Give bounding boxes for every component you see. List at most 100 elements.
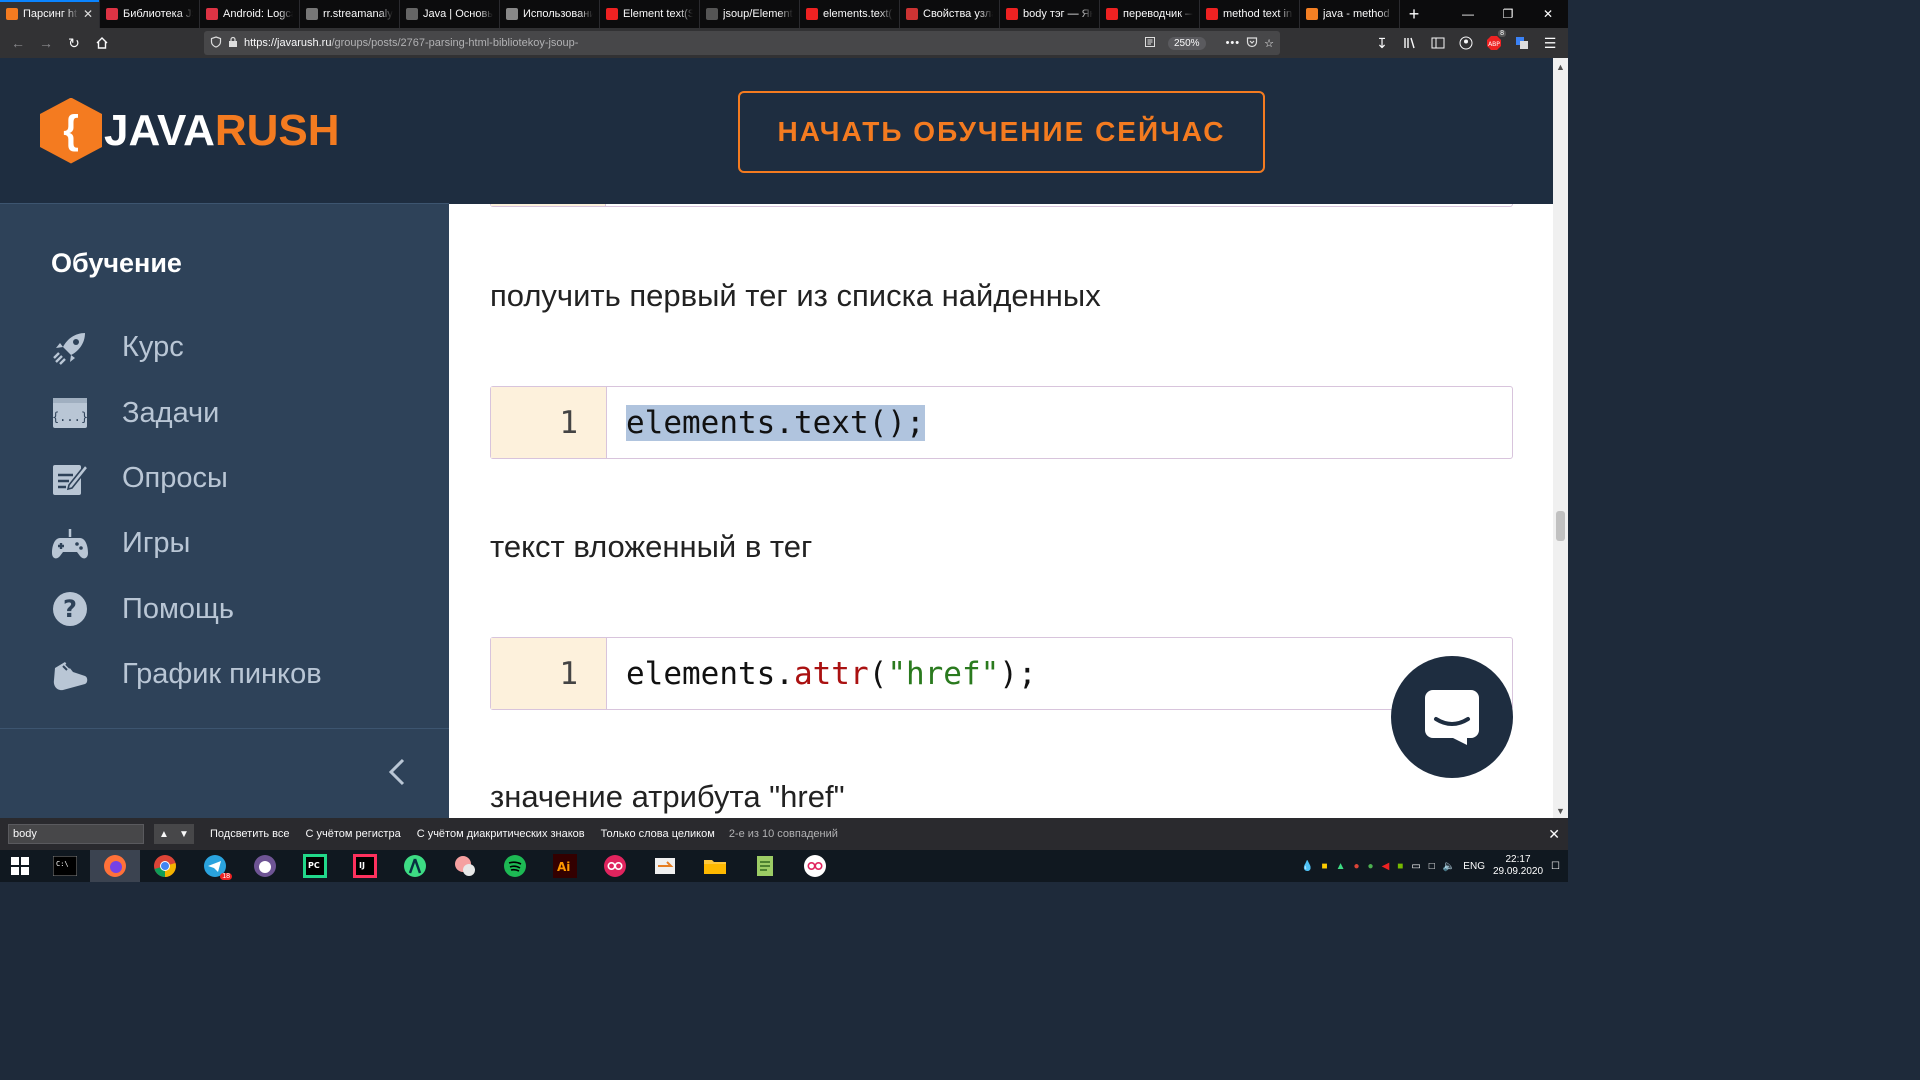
- home-icon[interactable]: [90, 31, 114, 55]
- tray-shield-icon[interactable]: ●: [1368, 861, 1374, 872]
- library-icon[interactable]: [1398, 31, 1422, 55]
- browser-tab[interactable]: java - method: [1300, 0, 1400, 28]
- back-icon[interactable]: ←: [6, 31, 30, 55]
- tray-android-icon[interactable]: ▲: [1336, 861, 1346, 872]
- tab-title: Парсинг html: [23, 8, 78, 20]
- file-explorer-icon[interactable]: [690, 850, 740, 882]
- minimize-icon[interactable]: —: [1448, 0, 1488, 28]
- find-previous-icon[interactable]: ▲: [154, 824, 174, 844]
- find-next-icon[interactable]: ▼: [174, 824, 194, 844]
- illustrator-app-icon[interactable]: Ai: [540, 850, 590, 882]
- clock[interactable]: 22:17 29.09.2020: [1493, 854, 1543, 878]
- sidebar-item-games[interactable]: Игры: [0, 511, 449, 576]
- javarush-logo-text[interactable]: JAVARUSH: [104, 106, 340, 156]
- match-case-option[interactable]: С учётом регистра: [306, 828, 401, 840]
- browser-tab[interactable]: body тэг — Яндекс: [1000, 0, 1100, 28]
- address-bar[interactable]: https://javarush.ru/groups/posts/2767-pa…: [204, 31, 1280, 55]
- browser-tab[interactable]: Element text(String): [600, 0, 700, 28]
- tray-notes-icon[interactable]: ■: [1322, 861, 1328, 872]
- downloads-icon[interactable]: ↧: [1370, 31, 1394, 55]
- browser-tab[interactable]: Библиотека JSoup: [100, 0, 200, 28]
- sidebar-toggle-icon[interactable]: [1426, 31, 1450, 55]
- article-paragraph: значение атрибута "href": [490, 779, 845, 814]
- javarush-logo-icon[interactable]: {: [40, 97, 102, 164]
- code-line[interactable]: elements. attr("href");: [607, 638, 1512, 709]
- sidebar-item-polls[interactable]: Опросы: [0, 446, 449, 511]
- tab-favicon-icon: [1006, 8, 1018, 20]
- forward-icon[interactable]: →: [34, 31, 58, 55]
- tray-battery-icon[interactable]: ▭: [1411, 861, 1420, 872]
- scroll-down-icon[interactable]: ▼: [1556, 806, 1565, 816]
- lock-icon[interactable]: [228, 36, 238, 51]
- more-actions-icon[interactable]: •••: [1226, 37, 1241, 49]
- highlight-all-option[interactable]: Подсветить все: [210, 828, 290, 840]
- windows-start-icon[interactable]: [0, 850, 40, 882]
- sidebar-item-help[interactable]: ? Помощь: [0, 577, 449, 642]
- notifications-icon[interactable]: ☐: [1551, 861, 1560, 872]
- close-window-icon[interactable]: ✕: [1528, 0, 1568, 28]
- sidebar-item-tasks[interactable]: {...} Задачи: [0, 380, 449, 445]
- firefox-app-icon[interactable]: [90, 850, 140, 882]
- menu-icon[interactable]: ☰: [1538, 31, 1562, 55]
- tray-nvidia-icon[interactable]: ■: [1397, 861, 1403, 872]
- browser-tab[interactable]: Android: Logcat: [200, 0, 300, 28]
- sidebar-item-kick-schedule[interactable]: График пинков: [0, 642, 449, 707]
- chat-support-button[interactable]: [1391, 656, 1513, 778]
- paint-app-icon[interactable]: [440, 850, 490, 882]
- page-scrollbar[interactable]: ▲ ▼: [1553, 58, 1568, 818]
- reload-icon[interactable]: ↻: [62, 31, 86, 55]
- reader-view-icon[interactable]: [1144, 36, 1156, 51]
- browser-tab[interactable]: Java | Основы: [400, 0, 500, 28]
- browser-tab[interactable]: Использование: [500, 0, 600, 28]
- selected-code-text[interactable]: elements.text();: [626, 404, 925, 441]
- transfer-app-icon[interactable]: [640, 850, 690, 882]
- browser-tab[interactable]: method text in jsoup: [1200, 0, 1300, 28]
- find-input[interactable]: body: [8, 824, 144, 844]
- terminal-app-icon[interactable]: C:\: [40, 850, 90, 882]
- collapse-sidebar-chevron-icon[interactable]: [385, 757, 411, 787]
- tab-title: method text in jsoup: [1223, 8, 1293, 20]
- tracking-protection-icon[interactable]: [210, 35, 222, 51]
- notepad-app-icon[interactable]: [740, 850, 790, 882]
- pycharm-app-icon[interactable]: PC: [290, 850, 340, 882]
- chrome-app-icon[interactable]: [140, 850, 190, 882]
- browser-tab[interactable]: Парсинг html ✕: [0, 0, 100, 28]
- bookmark-star-icon[interactable]: ☆: [1264, 37, 1274, 50]
- github-desktop-app-icon[interactable]: [240, 850, 290, 882]
- close-tab-icon[interactable]: ✕: [83, 7, 93, 21]
- telegram-app-icon[interactable]: 18: [190, 850, 240, 882]
- browser-tab[interactable]: переводчик — Яндекс: [1100, 0, 1200, 28]
- account-icon[interactable]: [1454, 31, 1478, 55]
- tray-drop-icon[interactable]: 💧: [1301, 861, 1313, 872]
- browser-tab[interactable]: elements.text(): [800, 0, 900, 28]
- restore-icon[interactable]: ❐: [1488, 0, 1528, 28]
- translate-extension-icon[interactable]: [1510, 31, 1534, 55]
- new-tab-button[interactable]: +: [1400, 0, 1428, 28]
- flickr-app-icon-2[interactable]: [790, 850, 840, 882]
- browser-tab[interactable]: Свойства узла: [900, 0, 1000, 28]
- tray-speaker-icon[interactable]: ◀: [1382, 861, 1390, 872]
- keyboard-language[interactable]: ENG: [1463, 861, 1485, 872]
- sidebar-item-course[interactable]: Курс: [0, 315, 449, 380]
- browser-tab[interactable]: jsoup/Element.java: [700, 0, 800, 28]
- close-find-bar-icon[interactable]: ✕: [1548, 826, 1560, 843]
- scroll-up-icon[interactable]: ▲: [1556, 62, 1565, 72]
- pocket-icon[interactable]: [1246, 36, 1258, 51]
- intellij-app-icon[interactable]: IJ: [340, 850, 390, 882]
- android-studio-app-icon[interactable]: [390, 850, 440, 882]
- site-header: НАЧАТЬ ОБУЧЕНИЕ СЕЙЧАС: [449, 58, 1553, 204]
- adblock-icon[interactable]: ABP 8: [1482, 30, 1506, 55]
- tray-volume-icon[interactable]: 🔈: [1443, 861, 1455, 872]
- tray-chrome-icon[interactable]: ●: [1354, 861, 1360, 872]
- whole-words-option[interactable]: Только слова целиком: [601, 828, 715, 840]
- spotify-app-icon[interactable]: [490, 850, 540, 882]
- zoom-indicator[interactable]: 250%: [1167, 36, 1206, 50]
- tray-network-icon[interactable]: □: [1429, 861, 1435, 872]
- rocket-icon: [51, 329, 89, 367]
- start-learning-button[interactable]: НАЧАТЬ ОБУЧЕНИЕ СЕЙЧАС: [738, 91, 1265, 173]
- browser-tab[interactable]: rr.streamanalyst.com: [300, 0, 400, 28]
- flickr-style-app-icon[interactable]: [590, 850, 640, 882]
- scrollbar-thumb[interactable]: [1556, 511, 1565, 541]
- match-diacritics-option[interactable]: С учётом диакритических знаков: [417, 828, 585, 840]
- code-line[interactable]: elements.text();: [607, 387, 1512, 458]
